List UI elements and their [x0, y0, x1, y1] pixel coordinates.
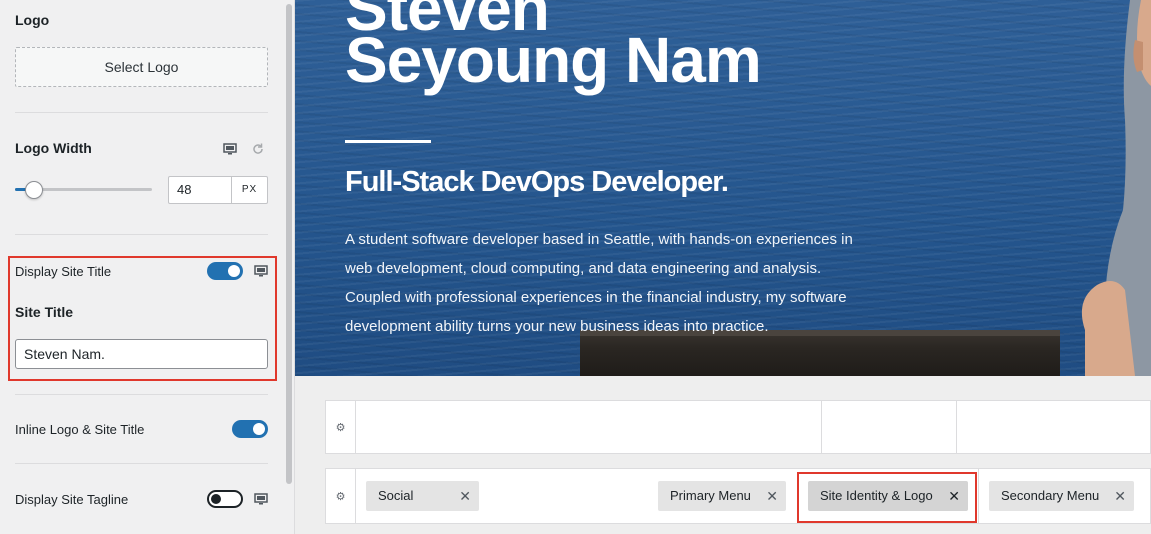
column-separator — [978, 469, 979, 523]
person-photo — [1081, 0, 1151, 376]
close-icon[interactable]: ✕ — [766, 481, 778, 511]
close-icon[interactable]: ✕ — [1114, 481, 1126, 511]
header-builder: ⚙ ⚙ Social ✕ Primary Menu ✕ Site Identit… — [295, 376, 1151, 534]
chip-social[interactable]: Social ✕ — [366, 481, 479, 511]
column-separator — [821, 401, 822, 453]
hero-name-line2: Seyoung Nam — [345, 24, 762, 96]
logo-width-unit[interactable]: PX — [231, 176, 268, 204]
display-tagline-toggle[interactable] — [207, 490, 243, 508]
divider — [15, 112, 268, 113]
hero-subtitle: Full-Stack DevOps Developer. — [345, 166, 729, 198]
display-site-title-label: Display Site Title — [15, 264, 112, 279]
close-icon[interactable]: ✕ — [459, 481, 471, 511]
inline-logo-label: Inline Logo & Site Title — [15, 422, 145, 437]
gear-icon[interactable]: ⚙ — [326, 401, 356, 453]
hero-preview: Steven Seyoung Nam Full-Stack DevOps Dev… — [295, 0, 1151, 376]
chip-secondary-menu[interactable]: Secondary Menu ✕ — [989, 481, 1134, 511]
desktop-icon[interactable] — [254, 492, 268, 506]
site-title-heading: Site Title — [15, 304, 74, 320]
panel-scrollbar[interactable] — [283, 0, 295, 534]
logo-section-title: Logo — [15, 12, 50, 28]
desktop-icon[interactable] — [223, 142, 237, 156]
chip-label: Primary Menu — [670, 488, 751, 503]
inline-logo-toggle[interactable] — [232, 420, 268, 438]
chip-label: Social — [378, 488, 414, 503]
logo-width-input[interactable]: 48 — [168, 176, 232, 204]
site-identity-highlight — [797, 472, 977, 523]
reset-icon[interactable] — [251, 142, 265, 156]
hero-body: A student software developer based in Se… — [345, 231, 853, 335]
site-title-input[interactable]: Steven Nam. — [15, 339, 268, 369]
column-separator — [956, 401, 957, 453]
divider — [15, 394, 268, 395]
logo-width-title: Logo Width — [15, 140, 92, 156]
logo-width-slider-handle[interactable] — [25, 181, 43, 199]
hero-divider — [345, 140, 431, 143]
display-site-title-toggle[interactable] — [207, 262, 243, 280]
divider — [15, 463, 268, 464]
gear-icon[interactable]: ⚙ — [326, 469, 356, 523]
chip-label: Secondary Menu — [1001, 488, 1100, 503]
builder-row-top[interactable]: ⚙ — [325, 400, 1151, 454]
desktop-icon[interactable] — [254, 264, 268, 278]
builder-row-main[interactable]: ⚙ Social ✕ Primary Menu ✕ Site Identity … — [325, 468, 1151, 524]
display-tagline-label: Display Site Tagline — [15, 492, 129, 507]
customizer-panel: Logo Select Logo Logo Width 48 PX Displa… — [0, 0, 283, 534]
divider — [15, 234, 268, 235]
select-logo-button[interactable]: Select Logo — [15, 47, 268, 87]
chip-primary-menu[interactable]: Primary Menu ✕ — [658, 481, 786, 511]
scrollbar-thumb[interactable] — [286, 4, 292, 484]
